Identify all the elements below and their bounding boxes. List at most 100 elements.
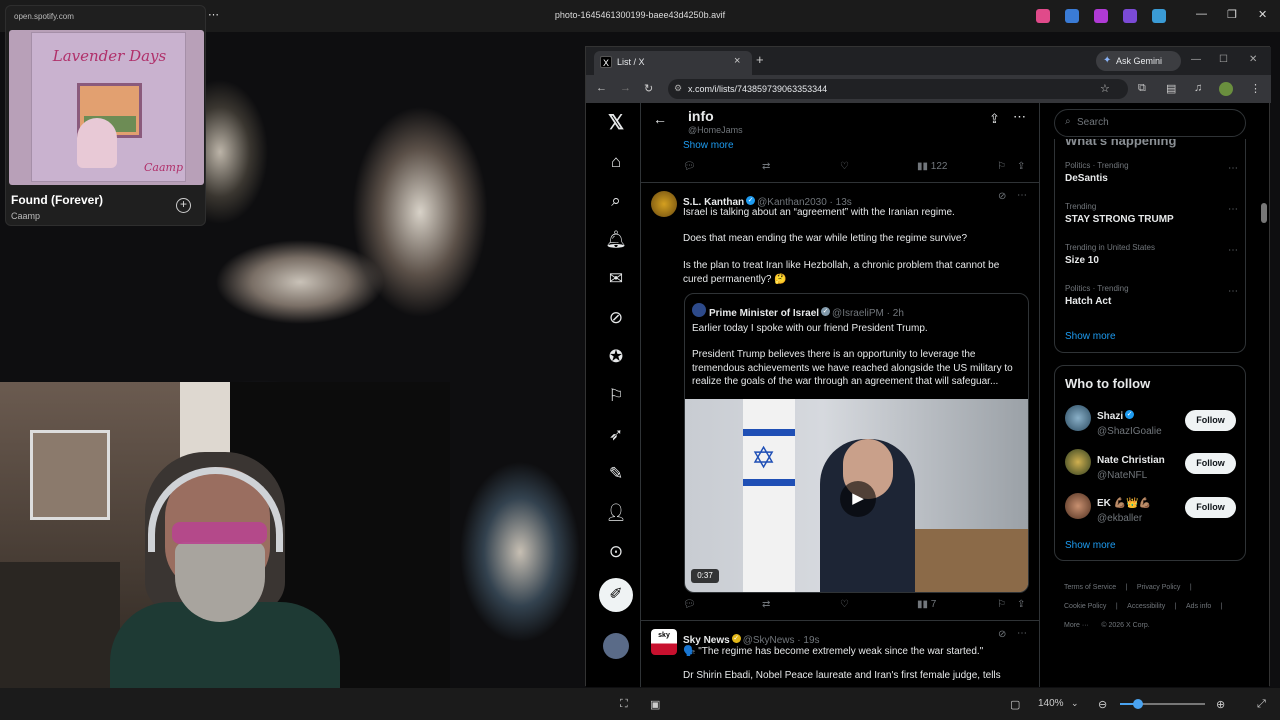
bookmarks-icon[interactable]: ⚐ bbox=[604, 384, 628, 408]
compose-post-button[interactable]: ✐ bbox=[599, 578, 633, 612]
crop-icon[interactable]: ⛶ bbox=[620, 698, 628, 711]
repost-icon[interactable]: ⇄ bbox=[762, 599, 770, 610]
back-arrow-icon[interactable]: ← bbox=[653, 111, 667, 127]
back-icon[interactable]: ← bbox=[596, 82, 607, 94]
song-title[interactable]: Found (Forever) bbox=[11, 193, 103, 207]
chrome-menu-icon[interactable]: ⋮ bbox=[1250, 82, 1261, 95]
tab-list-x[interactable]: X List / X × bbox=[594, 51, 752, 75]
edit-icon[interactable]: ▣ bbox=[650, 698, 660, 711]
url-field[interactable]: ⚙ x.com/i/lists/743859739063353344 ☆ bbox=[668, 79, 1128, 99]
tray-app-icon[interactable] bbox=[1152, 9, 1166, 23]
reply-icon[interactable]: 💬︎ bbox=[683, 599, 696, 610]
maximize-icon[interactable]: ❐ bbox=[1227, 8, 1237, 21]
play-icon[interactable]: ▶ bbox=[840, 481, 876, 517]
avatar[interactable] bbox=[1065, 405, 1091, 431]
explore-search-icon[interactable]: ⌕ bbox=[604, 189, 628, 213]
fullscreen-icon[interactable]: ⤢ bbox=[1257, 698, 1266, 711]
more-options-icon[interactable]: ⊙ bbox=[604, 540, 628, 564]
profile-avatar[interactable] bbox=[1219, 82, 1233, 96]
x-logo-icon[interactable]: 𝕏 bbox=[604, 111, 628, 135]
sidepanel-icon[interactable]: ▤ bbox=[1166, 82, 1176, 95]
reload-icon[interactable]: ↻ bbox=[644, 82, 653, 95]
accessibility-link[interactable]: Accessibility bbox=[1127, 603, 1165, 610]
url-text[interactable]: x.com/i/lists/743859739063353344 bbox=[688, 84, 827, 94]
follow-suggestion-info[interactable]: Shazi ✓ @ShazIGoalie bbox=[1097, 406, 1162, 437]
forward-icon[interactable]: → bbox=[620, 82, 631, 94]
messages-mail-icon[interactable]: ✉ bbox=[604, 267, 628, 291]
follow-button[interactable]: Follow bbox=[1185, 497, 1236, 518]
fit-icon[interactable]: ▢ bbox=[1010, 698, 1020, 711]
browser-close-icon[interactable]: ✕ bbox=[1249, 54, 1257, 65]
reply-icon[interactable]: 💬︎ bbox=[683, 161, 696, 172]
browser-minimize-icon[interactable]: — bbox=[1191, 54, 1201, 65]
close-icon[interactable]: ✕ bbox=[1258, 8, 1267, 21]
minimize-icon[interactable]: — bbox=[1196, 8, 1207, 20]
like-icon[interactable]: ♡ bbox=[840, 599, 849, 610]
bookmark-star-icon[interactable]: ☆ bbox=[1100, 82, 1110, 95]
follow-button[interactable]: Follow bbox=[1185, 453, 1236, 474]
chevron-down-icon[interactable]: ⌄ bbox=[1071, 698, 1079, 709]
notifications-bell-icon[interactable]: 🔔︎ bbox=[604, 228, 628, 252]
views-icon[interactable]: ▮▮ 122 bbox=[917, 161, 947, 172]
avatar[interactable] bbox=[1065, 449, 1091, 475]
trend-more-icon[interactable]: ⋯ bbox=[1228, 204, 1238, 215]
views-icon[interactable]: ▮▮ 7 bbox=[917, 599, 936, 610]
home-icon[interactable]: ⌂ bbox=[604, 150, 628, 174]
ask-gemini-button[interactable]: Ask Gemini bbox=[1096, 51, 1181, 71]
tray-app-icon[interactable] bbox=[1036, 9, 1050, 23]
cookie-link[interactable]: Cookie Policy bbox=[1064, 603, 1106, 610]
terms-link[interactable]: Terms of Service bbox=[1064, 584, 1116, 591]
more-icon[interactable]: ⋯ bbox=[208, 8, 219, 21]
trend-more-icon[interactable]: ⋯ bbox=[1228, 286, 1238, 297]
add-to-library-icon[interactable]: + bbox=[176, 198, 191, 213]
share-post-icon[interactable]: ⇪ bbox=[1017, 161, 1025, 172]
repost-icon[interactable]: ⇄ bbox=[762, 161, 770, 172]
tab-close-icon[interactable]: × bbox=[734, 55, 740, 67]
avatar[interactable] bbox=[651, 191, 677, 217]
skynews-avatar[interactable]: sky bbox=[651, 629, 677, 655]
site-info-icon[interactable]: ⚙ bbox=[674, 83, 682, 94]
new-tab-icon[interactable]: + bbox=[756, 52, 764, 67]
list-more-icon[interactable]: ⋯ bbox=[1013, 109, 1026, 125]
zoom-slider-thumb[interactable] bbox=[1133, 699, 1143, 709]
account-avatar[interactable] bbox=[603, 633, 629, 659]
trend-item[interactable]: Trending STAY STRONG TRUMP ⋯ bbox=[1065, 202, 1240, 237]
search-box[interactable]: ⌕ Search bbox=[1054, 109, 1246, 137]
privacy-link[interactable]: Privacy Policy bbox=[1137, 584, 1181, 591]
articles-icon[interactable]: ✎ bbox=[604, 462, 628, 486]
zoom-level[interactable]: 140% bbox=[1038, 698, 1064, 709]
zoom-out-icon[interactable]: ⊖ bbox=[1098, 698, 1107, 711]
tweet-more-icon[interactable]: ⋯ bbox=[1017, 628, 1027, 639]
follow-suggestion-info[interactable]: Nate Christian @NateNFL bbox=[1097, 450, 1165, 481]
video-player[interactable]: ✡ ▶ 0:37 bbox=[685, 399, 1028, 592]
browser-maximize-icon[interactable]: ☐ bbox=[1219, 54, 1228, 65]
share-post-icon[interactable]: ⇪ bbox=[1017, 599, 1025, 610]
more-link[interactable]: More ··· bbox=[1064, 622, 1089, 629]
ads-info-link[interactable]: Ads info bbox=[1186, 603, 1211, 610]
quoted-tweet[interactable]: Prime Minister of Israel ✓ @IsraeliPM · 2h… bbox=[684, 293, 1029, 593]
tweet-skynews[interactable]: sky Sky News ✓ @SkyNews · 19s ⊘ ⋯ 🗣️ "The … bbox=[641, 621, 1039, 687]
like-icon[interactable]: ♡ bbox=[840, 161, 849, 172]
tray-app-icon[interactable] bbox=[1123, 9, 1137, 23]
jobs-rocket-icon[interactable]: ➶ bbox=[604, 423, 628, 447]
follow-button[interactable]: Follow bbox=[1185, 410, 1236, 431]
bookmark-icon[interactable]: ⚐ bbox=[997, 161, 1006, 172]
follow-show-more[interactable]: Show more bbox=[1065, 540, 1116, 551]
follow-suggestion-info[interactable]: EK 💪🏽👑💪🏽 @ekballer bbox=[1097, 493, 1151, 524]
scrollbar-thumb[interactable] bbox=[1261, 203, 1267, 223]
tray-app-icon[interactable] bbox=[1094, 9, 1108, 23]
verified-orgs-icon[interactable]: ✪ bbox=[604, 345, 628, 369]
tray-app-icon[interactable] bbox=[1065, 9, 1079, 23]
grok-explain-icon[interactable]: ⊘ bbox=[998, 629, 1006, 640]
search-placeholder[interactable]: Search bbox=[1077, 117, 1109, 128]
trend-item[interactable]: Politics · Trending Hatch Act ⋯ bbox=[1065, 284, 1240, 319]
tweet-more-icon[interactable]: ⋯ bbox=[1017, 190, 1027, 201]
trend-more-icon[interactable]: ⋯ bbox=[1228, 245, 1238, 256]
profile-icon[interactable]: 👤︎ bbox=[604, 501, 628, 525]
bookmark-icon[interactable]: ⚐ bbox=[997, 599, 1006, 610]
trend-more-icon[interactable]: ⋯ bbox=[1228, 163, 1238, 174]
trend-item[interactable]: Politics · Trending DeSantis ⋯ bbox=[1065, 161, 1240, 196]
show-more-link[interactable]: Show more bbox=[683, 140, 734, 151]
grok-explain-icon[interactable]: ⊘ bbox=[998, 191, 1006, 202]
grok-icon[interactable]: ⊘ bbox=[604, 306, 628, 330]
